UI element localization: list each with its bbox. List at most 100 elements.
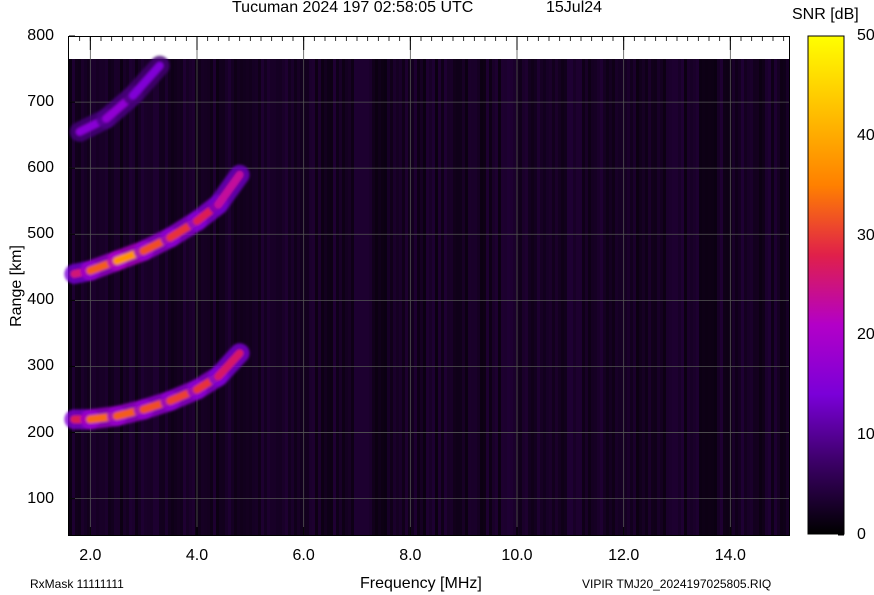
noise-column <box>699 59 702 536</box>
noise-column <box>321 59 324 536</box>
noise-column <box>174 59 177 536</box>
x-tick-label: 10.0 <box>501 547 533 564</box>
noise-column <box>483 59 486 536</box>
y-tick-label: 300 <box>27 357 54 375</box>
noise-column <box>243 59 246 536</box>
noise-column <box>783 59 786 536</box>
noise-column <box>720 59 723 536</box>
noise-column <box>786 59 789 536</box>
noise-column <box>162 59 165 536</box>
y-tick-label: 100 <box>27 489 54 507</box>
colorbar-tick-label: 50 <box>857 27 874 44</box>
noise-column <box>363 59 366 536</box>
noise-column <box>717 59 720 536</box>
noise-column <box>372 59 375 536</box>
noise-column <box>366 59 369 536</box>
noise-column <box>123 59 126 536</box>
noise-column <box>294 59 297 536</box>
noise-column <box>420 59 423 536</box>
noise-column <box>453 59 456 536</box>
noise-column <box>747 59 750 536</box>
noise-column <box>501 59 504 536</box>
noise-column <box>423 59 426 536</box>
noise-column <box>315 59 318 536</box>
noise-column <box>432 59 435 536</box>
noise-column <box>516 59 519 536</box>
noise-column <box>513 59 516 536</box>
noise-column <box>351 59 354 536</box>
noise-column <box>648 59 651 536</box>
noise-column <box>684 59 687 536</box>
noise-column <box>657 59 660 536</box>
noise-column <box>216 59 219 536</box>
noise-column <box>348 59 351 536</box>
noise-column <box>255 59 258 536</box>
noise-column <box>534 59 537 536</box>
noise-column <box>192 59 195 536</box>
noise-column <box>447 59 450 536</box>
noise-column <box>609 59 612 536</box>
noise-column <box>669 59 672 536</box>
noise-column <box>291 59 294 536</box>
noise-column <box>201 59 204 536</box>
noise-column <box>375 59 378 536</box>
noise-column <box>354 59 357 536</box>
noise-column <box>345 59 348 536</box>
noise-column <box>450 59 453 536</box>
noise-column <box>435 59 438 536</box>
noise-column <box>330 59 333 536</box>
noise-column <box>159 59 162 536</box>
noise-column <box>465 59 468 536</box>
noise-column <box>273 59 276 536</box>
noise-column <box>396 59 399 536</box>
noise-column <box>414 59 417 536</box>
noise-column <box>570 59 573 536</box>
noise-column <box>417 59 420 536</box>
noise-column <box>522 59 525 536</box>
colorbar-tick-label: 30 <box>857 226 874 244</box>
noise-column <box>489 59 492 536</box>
noise-column <box>741 59 744 536</box>
noise-column <box>186 59 189 536</box>
noise-column <box>360 59 363 536</box>
noise-column <box>558 59 561 536</box>
noise-column <box>474 59 477 536</box>
noise-column <box>369 59 372 536</box>
noise-column <box>693 59 696 536</box>
noise-column <box>279 59 282 536</box>
noise-column <box>774 59 777 536</box>
y-axis-label: Range [km] <box>8 245 25 327</box>
noise-column <box>708 59 711 536</box>
noise-column <box>390 59 393 536</box>
noise-column <box>654 59 657 536</box>
noise-column <box>456 59 459 536</box>
noise-column <box>261 59 264 536</box>
noise-column <box>780 59 783 536</box>
noise-column <box>339 59 342 536</box>
noise-column <box>207 59 210 536</box>
noise-column <box>642 59 645 536</box>
noise-column <box>117 59 120 536</box>
noise-column <box>297 59 300 536</box>
noise-column <box>759 59 762 536</box>
noise-column <box>678 59 681 536</box>
x-axis-label: Frequency [MHz] <box>360 575 482 592</box>
noise-column <box>252 59 255 536</box>
noise-column <box>138 59 141 536</box>
noise-column <box>507 59 510 536</box>
x-tick-label: 12.0 <box>608 547 640 564</box>
x-tick-label: 8.0 <box>399 547 422 564</box>
noise-column <box>120 59 123 536</box>
noise-column <box>777 59 780 536</box>
noise-column <box>615 59 618 536</box>
noise-column <box>582 59 585 536</box>
noise-column <box>441 59 444 536</box>
colorbar-tick-label: 20 <box>857 326 874 344</box>
noise-column <box>651 59 654 536</box>
noise-column <box>561 59 564 536</box>
noise-column <box>249 59 252 536</box>
noise-column <box>309 59 312 536</box>
noise-column <box>141 59 144 536</box>
x-tick-label: 4.0 <box>185 547 209 564</box>
y-tick-label: 200 <box>27 423 54 441</box>
